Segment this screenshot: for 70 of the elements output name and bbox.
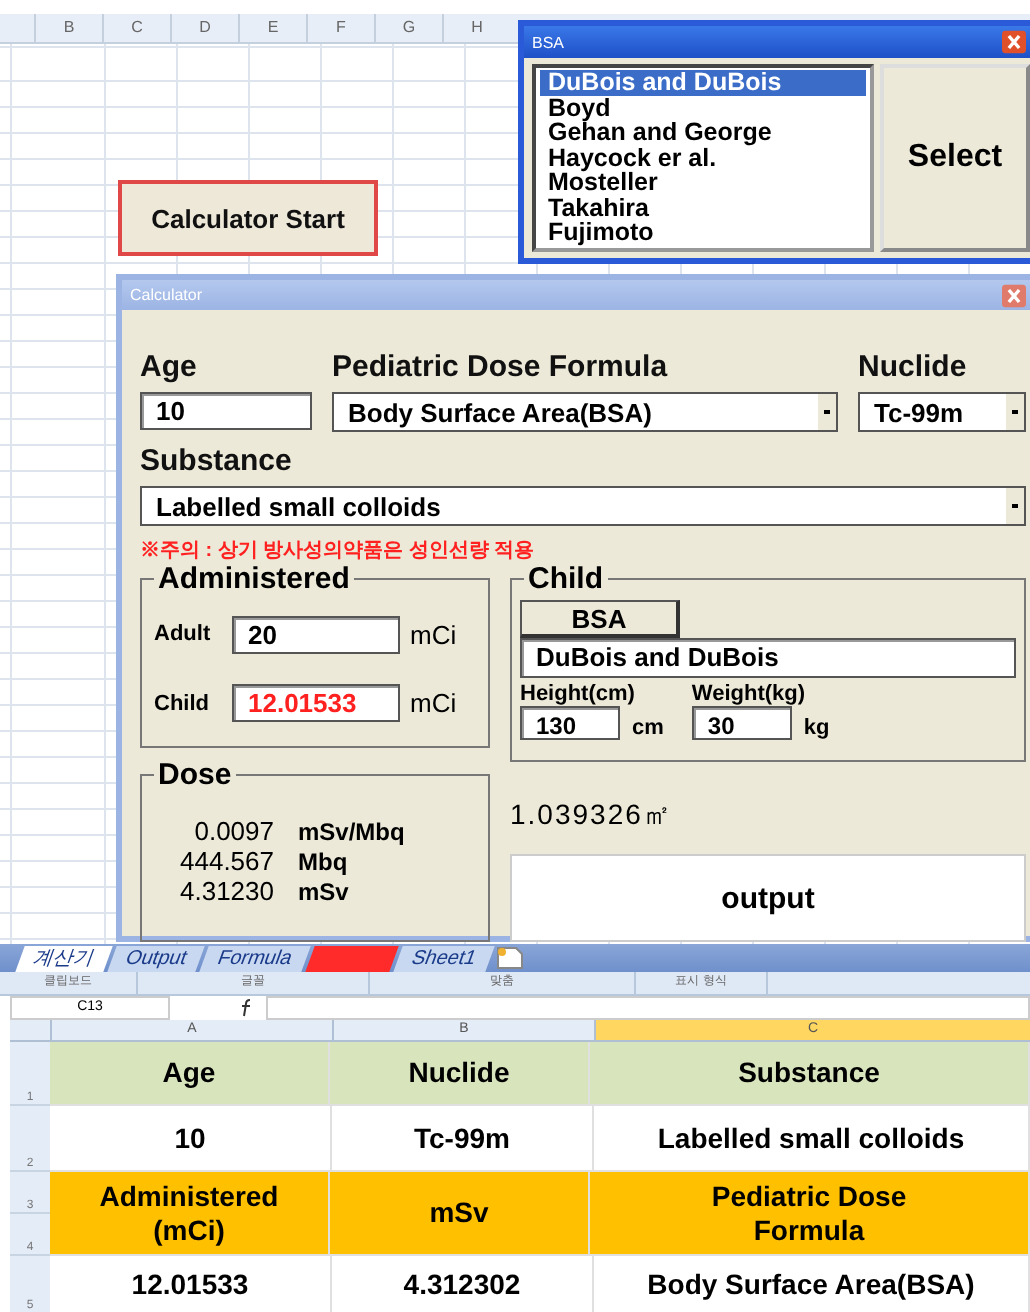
unit-label: mSv bbox=[298, 877, 349, 905]
select-button[interactable]: Select bbox=[880, 64, 1030, 252]
measure-field[interactable]: 130 bbox=[520, 706, 620, 740]
dose-field[interactable]: 12.01533 bbox=[232, 684, 400, 723]
table-cell: 4.312302 bbox=[332, 1256, 594, 1312]
dose-field[interactable]: 20 bbox=[232, 615, 400, 654]
table-cell: Age bbox=[50, 1042, 330, 1104]
warning-text: ※주의 : 상기 방사성의약품은 성인선량 적용 bbox=[140, 538, 537, 564]
list-item[interactable]: Fujimoto bbox=[540, 220, 866, 245]
sheet-tab[interactable] bbox=[304, 945, 399, 971]
dose-value: 0.0097 bbox=[192, 815, 274, 845]
window-title: BSA bbox=[532, 33, 565, 51]
unit-label: mCi bbox=[410, 619, 457, 650]
unit-label: kg bbox=[803, 716, 830, 740]
unit-label: Mbq bbox=[298, 847, 348, 875]
dose-value: 4.31230 bbox=[178, 875, 274, 905]
field-label: Weight(kg) bbox=[691, 682, 808, 706]
sheet-tab[interactable]: 계산기 bbox=[15, 945, 113, 971]
field-label: Child bbox=[154, 691, 211, 716]
field-label: Adult bbox=[154, 622, 213, 647]
unit-label: cm bbox=[632, 716, 664, 740]
formula-list[interactable]: DuBois and DuBois Boyd Gehan and George Haycock er al. Mosteller Takahira Fujimoto bbox=[532, 64, 874, 252]
dose-value: 444.567 bbox=[178, 845, 274, 875]
bsa-button[interactable]: BSA bbox=[520, 600, 680, 638]
list-item[interactable]: Takahira bbox=[540, 195, 866, 220]
table-cell: Administered (mCi) bbox=[50, 1172, 330, 1254]
list-item[interactable]: Boyd bbox=[540, 95, 866, 120]
bsa-result: 1.039326㎡ bbox=[510, 798, 675, 834]
table-cell: Labelled small colloids bbox=[594, 1106, 1030, 1170]
close-icon[interactable] bbox=[1002, 283, 1026, 307]
list-item[interactable]: DuBois and DuBois bbox=[540, 70, 866, 95]
table-cell: Pediatric Dose Formula bbox=[590, 1172, 1030, 1254]
calculator-start-button[interactable]: Calculator Start bbox=[118, 180, 378, 256]
list-item[interactable]: Gehan and George bbox=[540, 120, 866, 145]
table-cell: Tc-99m bbox=[332, 1106, 594, 1170]
column-header[interactable]: G bbox=[374, 14, 442, 42]
output-button[interactable]: output bbox=[510, 854, 1026, 942]
unit-label: mCi bbox=[410, 688, 457, 719]
column-header[interactable]: E bbox=[238, 14, 306, 42]
field-label: Nuclide bbox=[858, 350, 969, 386]
unit-label: mSv/Mbq bbox=[298, 817, 405, 845]
close-icon[interactable] bbox=[1002, 30, 1026, 54]
table-cell: mSv bbox=[330, 1172, 590, 1254]
sheet-tab[interactable]: Output bbox=[107, 945, 205, 971]
table-cell: 10 bbox=[50, 1106, 332, 1170]
column-header[interactable]: C bbox=[102, 14, 170, 42]
sheet-tab[interactable]: Formula bbox=[199, 945, 311, 971]
formula-dropdown[interactable]: Body Surface Area(BSA) bbox=[332, 392, 838, 432]
list-item[interactable]: Mosteller bbox=[540, 170, 866, 195]
column-header[interactable]: B bbox=[34, 14, 102, 42]
column-header[interactable]: D bbox=[170, 14, 238, 42]
sheet-tab[interactable]: Sheet1 bbox=[392, 945, 494, 971]
insert-sheet-icon[interactable] bbox=[492, 946, 529, 970]
table-cell: Substance bbox=[590, 1042, 1030, 1104]
field-label: Age bbox=[140, 350, 199, 386]
column-header[interactable]: H bbox=[442, 14, 510, 42]
table-cell: 12.01533 bbox=[50, 1256, 332, 1312]
nuclide-dropdown[interactable]: Tc-99m bbox=[858, 392, 1026, 432]
list-item[interactable]: Haycock er al. bbox=[540, 145, 866, 170]
window-title: Calculator bbox=[130, 286, 203, 304]
formula-name-field[interactable]: DuBois and DuBois bbox=[520, 638, 1016, 678]
field-label: Pediatric Dose Formula bbox=[332, 350, 670, 386]
field-label: Height(cm) bbox=[520, 682, 637, 706]
table-cell: Body Surface Area(BSA) bbox=[594, 1256, 1030, 1312]
substance-dropdown[interactable]: Labelled small colloids bbox=[140, 486, 1026, 526]
table-cell: Nuclide bbox=[330, 1042, 590, 1104]
measure-field[interactable]: 30 bbox=[691, 706, 792, 740]
column-header[interactable]: F bbox=[306, 14, 374, 42]
field-label: Substance bbox=[140, 444, 294, 480]
age-field[interactable]: 10 bbox=[140, 392, 312, 430]
